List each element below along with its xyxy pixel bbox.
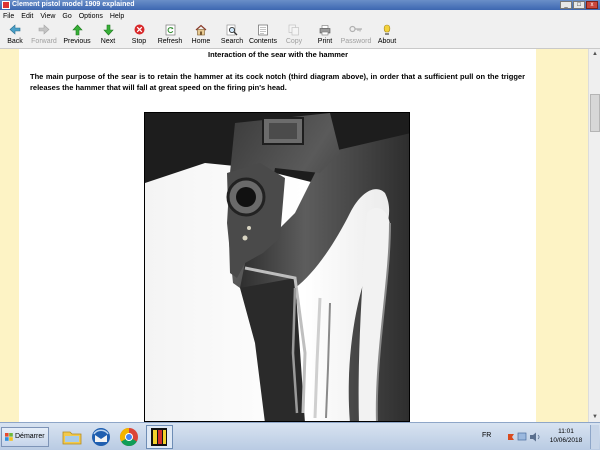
menu-help[interactable]: Help xyxy=(110,13,124,20)
menu-edit[interactable]: Edit xyxy=(21,13,33,20)
language-indicator[interactable]: FR xyxy=(482,432,491,439)
sear-hammer-photo-graphic xyxy=(145,113,409,421)
clock-date: 10/06/2018 xyxy=(549,437,583,444)
taskbar-explorer[interactable] xyxy=(60,425,84,449)
system-clock[interactable]: 11:01 10/06/2018 xyxy=(548,427,584,445)
forward-button[interactable]: Forward xyxy=(26,24,62,48)
menu-options[interactable]: Options xyxy=(79,13,103,20)
about-button[interactable]: About xyxy=(369,24,405,48)
maximize-button[interactable]: □ xyxy=(573,1,585,9)
menu-view[interactable]: View xyxy=(40,13,55,20)
show-desktop-button[interactable] xyxy=(590,425,599,449)
thunderbird-icon xyxy=(92,428,110,446)
scroll-down-arrow-icon[interactable]: ▼ xyxy=(590,412,600,422)
taskbar-thunderbird[interactable] xyxy=(89,425,113,449)
taskbar: Démarrer FR 11:01 10/06/2018 xyxy=(0,422,600,450)
sear-hammer-photo xyxy=(144,112,410,422)
close-button[interactable]: x xyxy=(586,1,598,9)
vertical-scrollbar[interactable]: ▲ ▼ xyxy=(588,49,600,422)
window-titlebar: Clement pistol model 1909 explained _ □ … xyxy=(0,0,600,10)
volume-icon xyxy=(530,432,536,442)
menu-file[interactable]: File xyxy=(3,13,14,20)
notification-flag-icon xyxy=(508,434,514,440)
body-paragraph: The main purpose of the sear is to retai… xyxy=(30,72,525,92)
menu-go[interactable]: Go xyxy=(62,13,71,20)
chrome-icon xyxy=(119,428,138,447)
start-button[interactable]: Démarrer xyxy=(1,427,49,447)
document-view: Interaction of the sear with the hammer … xyxy=(0,49,600,422)
app-icon xyxy=(2,1,10,9)
window-title: Clement pistol model 1909 explained xyxy=(12,1,135,8)
menu-bar: File Edit View Go Options Help xyxy=(0,10,600,22)
taskbar-help-viewer-active[interactable] xyxy=(146,425,173,449)
about-icon xyxy=(369,24,405,37)
network-icon xyxy=(517,432,527,441)
help-book-icon xyxy=(151,428,167,446)
page-margin-left xyxy=(0,49,19,422)
window-controls: _ □ x xyxy=(560,1,598,9)
forward-label: Forward xyxy=(31,38,57,45)
clock-time: 11:01 xyxy=(558,428,574,435)
minimize-button[interactable]: _ xyxy=(560,1,572,9)
start-label: Démarrer xyxy=(15,433,45,440)
folder-icon xyxy=(62,431,82,445)
page-margin-right xyxy=(536,49,588,422)
section-title: Interaction of the sear with the hammer xyxy=(207,50,349,59)
forward-arrow-icon xyxy=(26,24,62,37)
about-label: About xyxy=(377,38,397,45)
scroll-up-arrow-icon[interactable]: ▲ xyxy=(590,49,600,59)
scroll-thumb[interactable] xyxy=(590,94,600,132)
system-tray-icons[interactable] xyxy=(506,431,544,443)
toolbar: Back Forward Previous Next Stop Refresh … xyxy=(0,22,600,49)
taskbar-chrome[interactable] xyxy=(117,425,141,449)
windows-logo-icon xyxy=(5,433,13,441)
